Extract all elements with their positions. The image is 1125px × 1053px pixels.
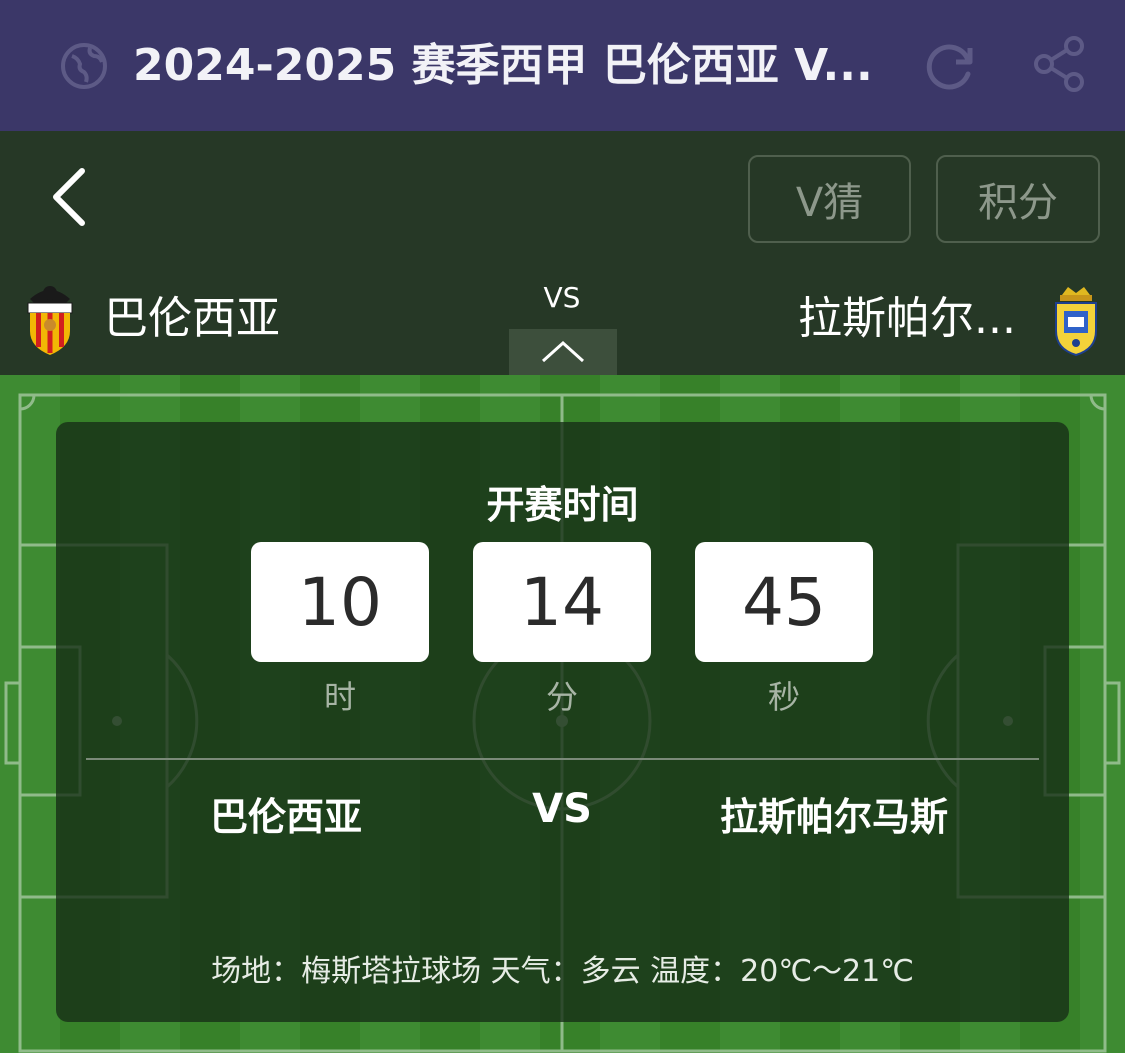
match-away-team: 拉斯帕尔马斯 (720, 795, 949, 839)
countdown-card: 开赛时间 10 14 45 时 分 秒 巴伦西亚 VS 拉斯帕尔马斯 场地：梅斯… (56, 422, 1069, 1022)
countdown-hours: 10 (251, 542, 429, 662)
refresh-icon[interactable] (922, 38, 978, 94)
globe-icon (61, 43, 107, 89)
match-home-team: 巴伦西亚 (210, 795, 363, 839)
match-header: V猜 积分 巴伦西亚 VS 拉斯帕尔... (0, 131, 1125, 375)
valencia-logo-icon (27, 286, 73, 355)
away-team-name: 拉斯帕尔... (798, 293, 1016, 344)
guess-button[interactable]: V猜 (748, 155, 911, 243)
countdown-title: 开赛时间 (486, 483, 639, 527)
countdown-minutes: 14 (473, 542, 651, 662)
las-palmas-logo-icon (1055, 287, 1097, 357)
title-bar: 2024-2025 赛季西甲 巴伦西亚 V... (0, 0, 1125, 131)
countdown-seconds: 45 (695, 542, 873, 662)
hours-unit-label: 时 (323, 678, 356, 716)
home-team-name: 巴伦西亚 (104, 293, 280, 344)
page-title: 2024-2025 赛季西甲 巴伦西亚 V... (133, 40, 873, 91)
divider (86, 758, 1039, 760)
standings-button[interactable]: 积分 (936, 155, 1100, 243)
collapse-toggle[interactable] (509, 329, 617, 375)
back-arrow-icon[interactable] (44, 167, 94, 227)
seconds-unit-label: 秒 (767, 678, 800, 716)
vs-label: VS (543, 281, 581, 314)
share-icon[interactable] (1030, 34, 1090, 94)
match-info: 场地：梅斯塔拉球场 天气：多云 温度：20℃～21℃ (211, 954, 914, 989)
chevron-up-icon (541, 340, 585, 363)
minutes-unit-label: 分 (545, 678, 578, 716)
match-vs: VS (532, 786, 592, 832)
